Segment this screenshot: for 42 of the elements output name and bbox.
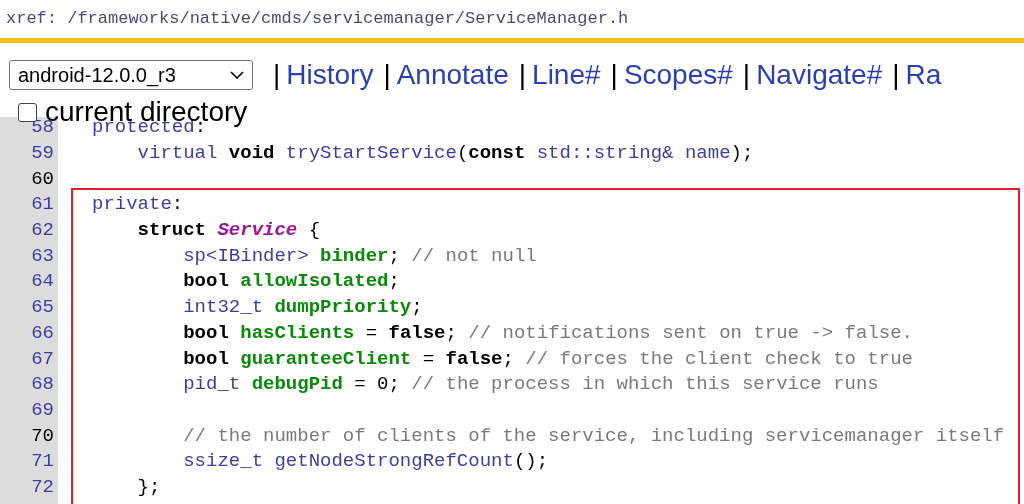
checkbox[interactable] [18, 102, 37, 122]
separator: | [273, 58, 281, 92]
code-line: ssize_t getNodeStrongRefCount(); [182, 452, 549, 472]
code-line: int32_t dumpPriority; [182, 298, 423, 318]
code-line: }; [136, 477, 161, 497]
code-line: bool hasClients = false; // notifications sent on true -> false. [182, 323, 913, 343]
nav-link[interactable]: History [286, 54, 374, 96]
line-number: 59 [30, 144, 55, 164]
code-line: virtual void tryStartService(const std::string& name); [136, 144, 754, 164]
separator: | [383, 58, 391, 92]
code-line: struct Service { [136, 221, 321, 241]
line-number: 67 [30, 349, 55, 369]
version-select[interactable]: android-12.0.0_r3 [9, 60, 253, 90]
code-line: bool allowIsolated; [182, 272, 400, 292]
line-number: 62 [30, 221, 55, 241]
line-number: 71 [30, 452, 55, 472]
line-number: 68 [30, 375, 55, 395]
code-line: // the number of clients of the service, including servicemanager itself [182, 426, 1005, 446]
separator: | [892, 58, 900, 92]
nav-link[interactable]: Annotate [396, 54, 509, 96]
separator: | [518, 58, 527, 92]
line-number: 72 [30, 477, 55, 497]
line-number: 70 [30, 426, 55, 446]
separator: | [742, 58, 751, 92]
line-number: 61 [30, 195, 55, 215]
line-number: 66 [30, 323, 55, 343]
nav-link[interactable]: Navigate# [756, 54, 883, 96]
line-number: 65 [30, 298, 55, 318]
code-line: private: [91, 195, 184, 215]
code-line: pid_t debugPid = 0; // the process in which this service runs [182, 375, 879, 395]
nav-link[interactable]: Line# [532, 54, 601, 96]
line-number: 63 [30, 246, 55, 266]
nav-link[interactable]: Scopes# [623, 54, 733, 96]
line-number: 69 [30, 400, 55, 420]
chevron-down-icon [230, 71, 244, 79]
separator: | [610, 58, 618, 92]
code-line: sp<IBinder> binder; // not null [182, 246, 537, 266]
code-line: bool guaranteeClient = false; // forces the client check to true [182, 349, 913, 369]
nav-link[interactable]: Ra [905, 54, 942, 96]
line-number: 64 [30, 272, 55, 292]
line-number: 60 [30, 169, 55, 189]
file-path: xref: /frameworks/native/cmds/servicemanager/ServiceManager.h [6, 8, 629, 31]
